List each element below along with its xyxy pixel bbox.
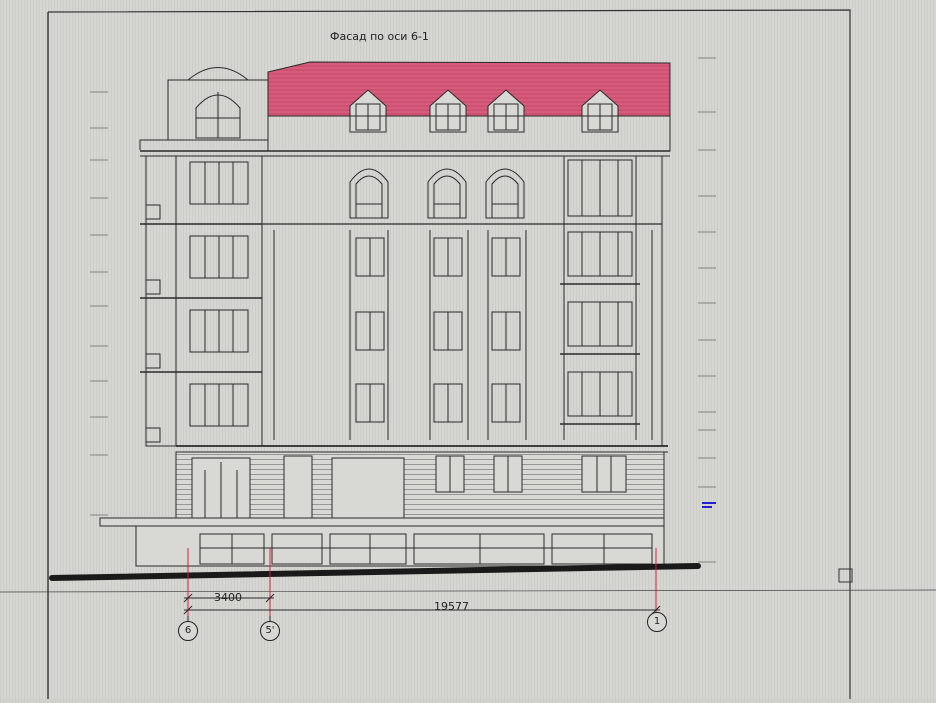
drawing-title: Фасад по оси 6-1 bbox=[330, 30, 429, 43]
basement bbox=[135, 525, 665, 567]
plinth bbox=[99, 517, 665, 527]
facade-drawing bbox=[0, 0, 936, 699]
dimension-19577: 19577 bbox=[434, 600, 469, 613]
axis-marker-6: 6 bbox=[178, 621, 198, 641]
axis-marker-1: 1 bbox=[647, 612, 667, 632]
cad-drawing-viewport[interactable]: Фасад по оси 6-1 3400 19577 6 5' 1 bbox=[0, 0, 936, 699]
dimension-3400: 3400 bbox=[214, 591, 242, 604]
axis-marker-5prime: 5' bbox=[260, 621, 280, 641]
